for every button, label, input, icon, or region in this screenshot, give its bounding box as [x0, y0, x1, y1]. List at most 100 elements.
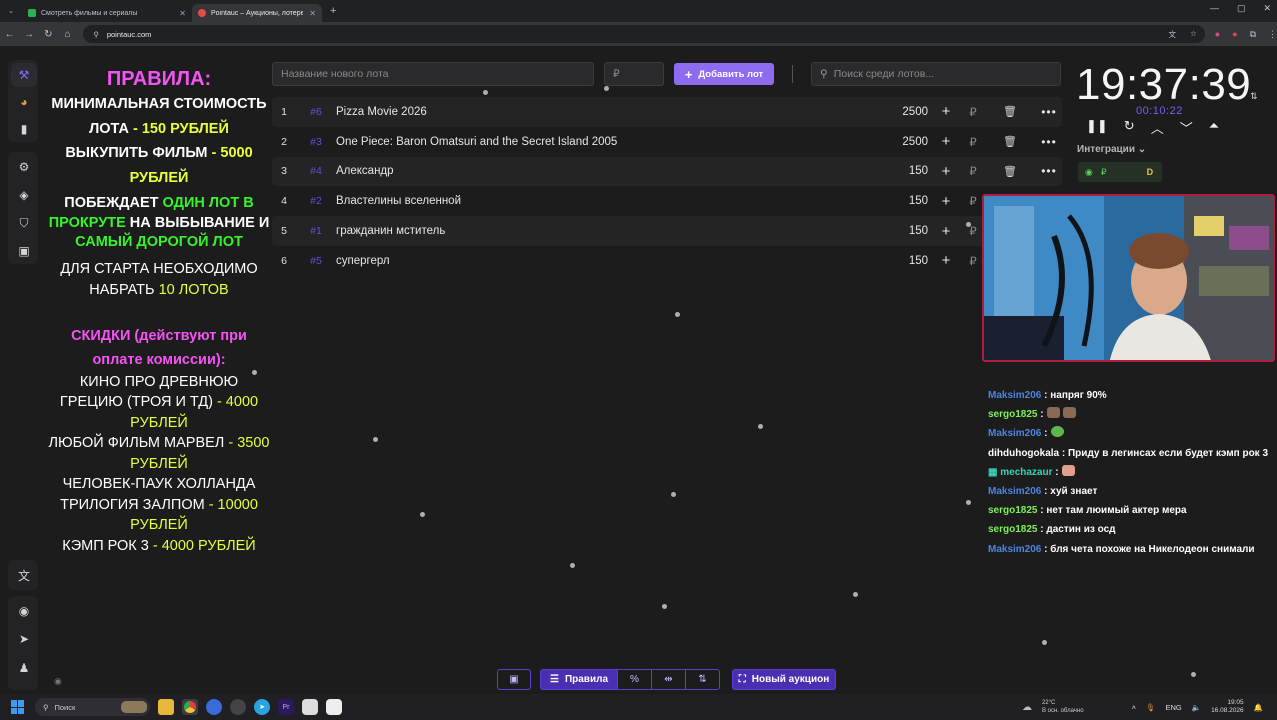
- sidebar-item-telegram[interactable]: ➤: [11, 627, 37, 651]
- lot-row[interactable]: 6 #5 супергерл 150 + ₽: [272, 246, 1062, 276]
- lot-amount[interactable]: 150: [856, 165, 928, 177]
- sidebar-item-github[interactable]: ◉: [11, 599, 37, 623]
- file-explorer-icon[interactable]: [158, 699, 174, 715]
- add-lot-button[interactable]: + Добавить лот: [674, 63, 774, 85]
- split-button[interactable]: ⇹: [652, 669, 686, 690]
- mic-icon[interactable]: 🎙: [1146, 703, 1156, 712]
- lot-name-input[interactable]: Название нового лота: [272, 62, 594, 86]
- more-icon[interactable]: •••: [1038, 105, 1060, 119]
- translate-icon[interactable]: 文: [1168, 29, 1176, 40]
- sidebar-item-shield[interactable]: ⛉: [11, 211, 37, 235]
- app-icon[interactable]: [326, 699, 342, 715]
- app-icon[interactable]: [302, 699, 318, 715]
- home-icon[interactable]: ⌂: [58, 29, 77, 40]
- lot-amount[interactable]: 2500: [856, 136, 928, 148]
- premiere-icon[interactable]: Pr: [278, 699, 294, 715]
- sidebar-item-history[interactable]: ▣: [11, 239, 37, 263]
- lot-name[interactable]: супергерл: [336, 255, 856, 267]
- new-auction-button[interactable]: ⛶ Новый аукцион: [732, 669, 836, 690]
- close-window-icon[interactable]: ✕: [1263, 3, 1271, 14]
- integrations-status[interactable]: ◉ ₽ D: [1078, 162, 1162, 182]
- more-icon[interactable]: •••: [1038, 164, 1060, 178]
- tab-pointauc[interactable]: Pointauc – Аукционы, лотере ✕: [192, 4, 322, 22]
- chrome-icon[interactable]: [182, 699, 198, 715]
- notification-icon[interactable]: 🔔: [1254, 703, 1263, 712]
- tab-films[interactable]: Смотреть фильмы и сериалы ✕: [22, 4, 192, 22]
- chat-message: Maksim206 :: [988, 424, 1273, 443]
- lot-amount[interactable]: 150: [856, 255, 928, 267]
- close-icon[interactable]: ✕: [179, 9, 186, 18]
- chat-message: Maksim206 : хуй знает: [988, 482, 1273, 501]
- telegram-icon[interactable]: ➤: [254, 699, 270, 715]
- lot-name[interactable]: Александр: [336, 165, 856, 177]
- lot-row[interactable]: 4 #2 Властелины вселенной 150 + ₽: [272, 186, 1062, 216]
- puzzle-icon[interactable]: ⧉: [1250, 29, 1256, 40]
- add-amount-icon[interactable]: +: [928, 163, 964, 180]
- sidebar-item-auction[interactable]: ⚒: [11, 63, 37, 87]
- lot-row[interactable]: 1 #6 Pizza Movie 2026 2500 + ₽ 🗑 •••: [272, 97, 1062, 127]
- app-icon[interactable]: [230, 699, 246, 715]
- lot-amount[interactable]: 150: [856, 225, 928, 237]
- add-amount-icon[interactable]: +: [928, 223, 964, 240]
- pause-icon[interactable]: ❚❚: [1086, 118, 1108, 137]
- windows-start-icon[interactable]: [11, 700, 25, 714]
- language-indicator[interactable]: ENG: [1166, 703, 1182, 712]
- sidebar-item-admin[interactable]: ♟: [11, 656, 37, 680]
- lot-row[interactable]: 3 #4 Александр 150 + ₽ 🗑 •••: [272, 157, 1062, 187]
- sidebar-item-wheel[interactable]: ◕: [11, 90, 37, 114]
- taskbar-search[interactable]: ⚲ Поиск: [35, 698, 150, 716]
- back-icon[interactable]: ←: [0, 29, 19, 40]
- trash-icon[interactable]: 🗑: [982, 135, 1038, 148]
- chevron-down-icon[interactable]: ﹀: [1180, 118, 1193, 137]
- site-info-icon[interactable]: ⚲: [93, 30, 99, 39]
- reload-icon[interactable]: ↻: [39, 29, 58, 40]
- weather[interactable]: 22°C В осн. облачно: [1042, 699, 1084, 715]
- chevron-up-icon[interactable]: ˄: [1132, 703, 1136, 712]
- reset-icon[interactable]: ↻: [1124, 118, 1135, 137]
- new-tab-icon[interactable]: +: [330, 5, 336, 17]
- bookmark-star-icon[interactable]: ☆: [1190, 29, 1197, 40]
- tab-menu-icon[interactable]: ⌄: [0, 7, 22, 15]
- extension-icon[interactable]: ●: [1232, 29, 1237, 40]
- sidebar-item-language[interactable]: 文: [11, 563, 37, 587]
- sidebar-item-settings[interactable]: ⚙: [11, 155, 37, 179]
- percent-button[interactable]: %: [618, 669, 652, 690]
- speaker-icon[interactable]: 🔈: [1192, 703, 1201, 712]
- add-amount-icon[interactable]: +: [928, 133, 964, 150]
- archive-button[interactable]: ▣: [497, 669, 531, 690]
- double-chevron-up-icon[interactable]: ⏶: [1209, 118, 1219, 137]
- lot-name[interactable]: Властелины вселенной: [336, 195, 856, 207]
- taskbar-clock[interactable]: 19:05 16.08.2026: [1211, 699, 1244, 715]
- sort-button[interactable]: ⇅: [686, 669, 720, 690]
- browser-icon[interactable]: [206, 699, 222, 715]
- trash-icon[interactable]: 🗑: [982, 105, 1038, 118]
- chevron-up-icon[interactable]: ︿: [1151, 118, 1164, 137]
- lot-amount[interactable]: 2500: [856, 106, 928, 118]
- sidebar-item-layers[interactable]: ◈: [11, 183, 37, 207]
- sidebar-item-stats[interactable]: ▮: [11, 117, 37, 141]
- close-icon[interactable]: ✕: [309, 9, 316, 18]
- trash-icon[interactable]: 🗑: [982, 165, 1038, 178]
- swap-icon[interactable]: ⇅: [1250, 91, 1258, 102]
- extension-icon[interactable]: ●: [1215, 29, 1220, 40]
- lot-name[interactable]: гражданин мститель: [336, 225, 856, 237]
- eye-icon[interactable]: ◉: [54, 676, 62, 687]
- rules-button[interactable]: ☰ Правила: [540, 669, 618, 690]
- forward-icon[interactable]: →: [19, 29, 38, 40]
- lot-name[interactable]: Pizza Movie 2026: [336, 106, 856, 118]
- lot-name[interactable]: One Piece: Baron Omatsuri and the Secret…: [336, 136, 856, 148]
- lot-search-input[interactable]: ⚲ Поиск среди лотов...: [811, 62, 1061, 86]
- minimize-icon[interactable]: —: [1210, 3, 1219, 14]
- maximize-icon[interactable]: ▢: [1237, 3, 1246, 14]
- integrations-toggle[interactable]: Интеграции ⌄: [1077, 144, 1146, 155]
- menu-dots-icon[interactable]: ⋮: [1268, 29, 1277, 40]
- add-amount-icon[interactable]: +: [928, 103, 964, 120]
- url-bar[interactable]: ⚲ pointauc.com 文 ☆: [83, 25, 1205, 43]
- lot-amount[interactable]: 150: [856, 195, 928, 207]
- lot-row[interactable]: 5 #1 гражданин мститель 150 + ₽: [272, 216, 1062, 246]
- add-amount-icon[interactable]: +: [928, 193, 964, 210]
- add-amount-icon[interactable]: +: [928, 252, 964, 269]
- lot-row[interactable]: 2 #3 One Piece: Baron Omatsuri and the S…: [272, 127, 1062, 157]
- lot-amount-input[interactable]: ₽: [604, 62, 664, 86]
- more-icon[interactable]: •••: [1038, 135, 1060, 149]
